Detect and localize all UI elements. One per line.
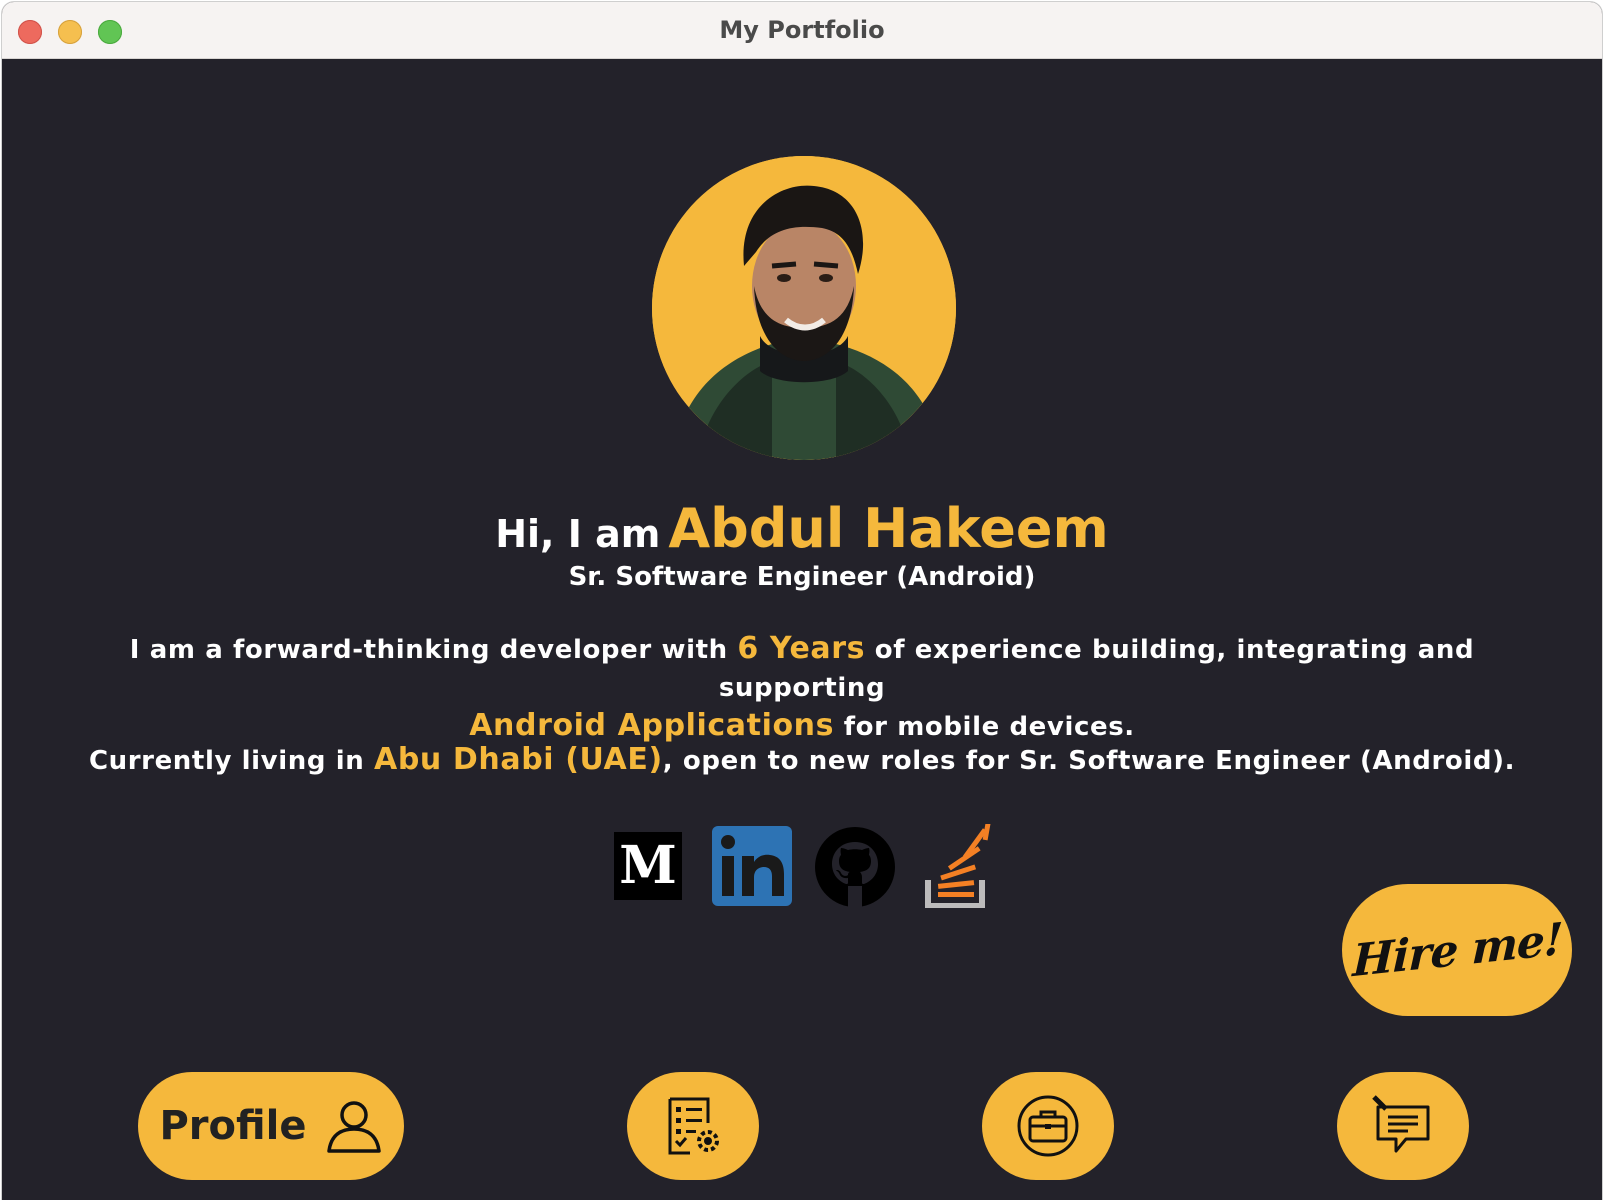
hire-me-button[interactable]: Hire me! — [1342, 884, 1572, 1016]
stackoverflow-link[interactable] — [924, 811, 996, 909]
greeting-text: Hi, I am — [495, 512, 661, 556]
location-text-2: , open to new roles for Sr. Software Eng… — [662, 746, 1516, 776]
location-text-1: Currently living in — [88, 746, 374, 776]
skills-checklist-icon — [668, 1097, 719, 1155]
github-link[interactable] — [814, 826, 896, 908]
bio-text-3: for mobile devices. — [834, 712, 1135, 742]
linkedin-icon — [721, 835, 784, 896]
nav-skills-button[interactable] — [627, 1072, 759, 1180]
app-window: My Portfolio Hi, I am Abdul Hakeem Sr. S… — [2, 2, 1602, 1200]
window-title: My Portfolio — [719, 16, 885, 44]
github-icon — [815, 827, 895, 908]
medium-link[interactable]: M — [614, 832, 682, 900]
medium-icon: M — [619, 835, 677, 896]
greeting-heading: Hi, I am Abdul Hakeem — [2, 497, 1602, 560]
profile-photo — [652, 156, 956, 460]
chat-edit-icon — [1372, 1095, 1430, 1153]
linkedin-link[interactable] — [712, 826, 792, 906]
nav-work-button[interactable] — [982, 1072, 1114, 1180]
bio-text-1: I am a forward-thinking developer with — [129, 635, 738, 665]
title-bar: My Portfolio — [2, 2, 1602, 59]
hire-me-label: Hire me! — [1351, 913, 1563, 987]
person-name: Abdul Hakeem — [668, 497, 1109, 560]
profile-icon — [326, 1101, 381, 1153]
stackoverflow-icon — [925, 811, 993, 909]
job-title: Sr. Software Engineer (Android) — [568, 562, 1036, 592]
nav-profile-button[interactable]: Profile — [138, 1072, 404, 1180]
bio-paragraph: I am a forward-thinking developer with 6… — [2, 630, 1602, 746]
bio-apps-highlight: Android Applications — [469, 708, 835, 743]
bio-years-highlight: 6 Years — [737, 631, 866, 666]
location-line: Currently living in Abu Dhabi (UAE), ope… — [2, 742, 1602, 777]
nav-blog-button[interactable] — [1337, 1072, 1469, 1180]
nav-profile-label: Profile — [159, 1103, 307, 1149]
briefcase-icon — [1017, 1095, 1079, 1157]
location-city-highlight: Abu Dhabi (UAE) — [374, 742, 663, 777]
